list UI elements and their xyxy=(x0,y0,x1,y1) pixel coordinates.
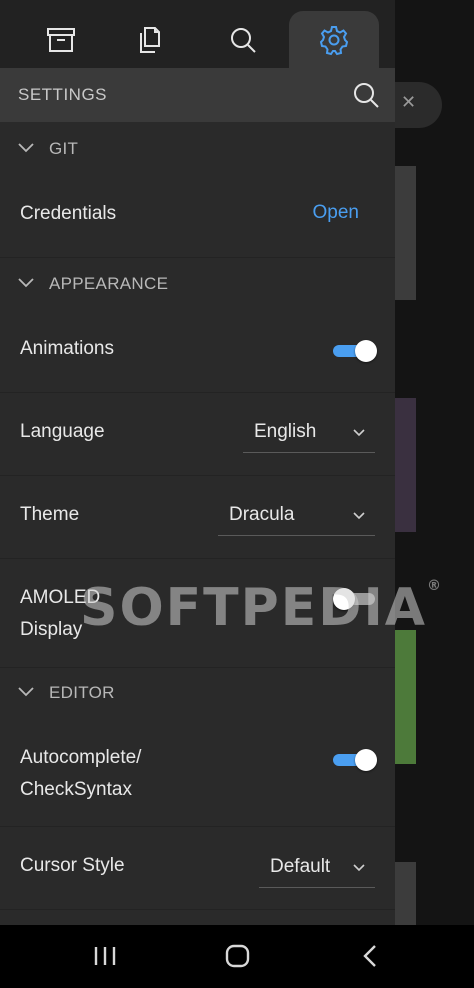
language-value: English xyxy=(254,421,317,442)
amoled-label-line2: Display xyxy=(20,619,83,640)
tab-files[interactable] xyxy=(106,11,196,68)
softpedia-watermark: SOFTPEDIA® xyxy=(80,578,443,638)
background-search-field[interactable]: ✕ xyxy=(395,82,442,128)
row-credentials: Credentials Open xyxy=(0,174,395,258)
chevron-down-icon xyxy=(18,278,34,288)
back-icon[interactable] xyxy=(360,941,380,971)
animations-toggle[interactable] xyxy=(333,339,377,363)
section-label: GIT xyxy=(49,139,79,158)
settings-title: SETTINGS xyxy=(18,85,108,104)
recent-apps-icon[interactable] xyxy=(93,941,117,971)
files-icon xyxy=(140,26,160,53)
cursor-style-value: Default xyxy=(270,856,331,877)
credentials-open-button[interactable]: Open xyxy=(313,202,359,224)
background-thumbnail xyxy=(395,398,416,532)
toggle-knob xyxy=(355,749,377,771)
row-autocomplete: Autocomplete/ CheckSyntax xyxy=(0,718,395,827)
toggle-knob xyxy=(355,340,377,362)
clear-icon[interactable]: ✕ xyxy=(401,92,416,113)
language-select[interactable]: English xyxy=(243,415,375,453)
home-icon[interactable] xyxy=(224,941,252,971)
search-icon xyxy=(231,27,256,53)
system-nav-bar xyxy=(0,925,474,988)
section-git[interactable]: GIT xyxy=(0,124,395,174)
chevron-down-icon xyxy=(353,429,365,437)
row-language: Language English xyxy=(0,393,395,476)
section-label: EDITOR xyxy=(49,683,115,702)
search-icon[interactable] xyxy=(352,81,380,109)
chevron-down-icon xyxy=(18,143,34,153)
chevron-down-icon xyxy=(353,864,365,872)
row-cursor-style: Cursor Style Default xyxy=(0,827,395,910)
settings-header: SETTINGS xyxy=(0,68,395,122)
row-animations: Animations xyxy=(0,309,395,393)
theme-value: Dracula xyxy=(229,504,295,525)
language-label: Language xyxy=(20,421,105,442)
cursor-style-select[interactable]: Default xyxy=(259,850,375,888)
cursor-style-label: Cursor Style xyxy=(20,855,125,876)
animations-label: Animations xyxy=(20,338,114,359)
background-thumbnail xyxy=(395,862,416,925)
theme-select[interactable]: Dracula xyxy=(218,498,375,536)
tab-settings[interactable] xyxy=(289,11,379,68)
watermark-text: SOFTPEDIA xyxy=(80,578,428,638)
tab-bar xyxy=(0,0,395,68)
background-thumbnail xyxy=(395,630,416,764)
chevron-down-icon xyxy=(353,512,365,520)
gear-icon xyxy=(319,25,349,55)
archive-icon xyxy=(47,27,75,52)
tab-search[interactable] xyxy=(198,11,288,68)
chevron-down-icon xyxy=(18,687,34,697)
row-theme: Theme Dracula xyxy=(0,476,395,559)
theme-label: Theme xyxy=(20,504,80,525)
background-thumbnail xyxy=(395,166,416,300)
section-editor[interactable]: EDITOR xyxy=(0,668,395,718)
section-label: APPEARANCE xyxy=(49,274,169,293)
autocomplete-toggle[interactable] xyxy=(333,748,377,772)
settings-drawer: SETTINGS GIT Credentials Open APPEARANCE… xyxy=(0,0,395,925)
autocomplete-label-line1: Autocomplete/ xyxy=(20,747,142,768)
autocomplete-label-line2: CheckSyntax xyxy=(20,779,132,800)
section-appearance[interactable]: APPEARANCE xyxy=(0,259,395,309)
watermark-registered-mark: ® xyxy=(427,578,444,594)
credentials-label: Credentials xyxy=(20,203,117,224)
tab-archive[interactable] xyxy=(16,11,106,68)
